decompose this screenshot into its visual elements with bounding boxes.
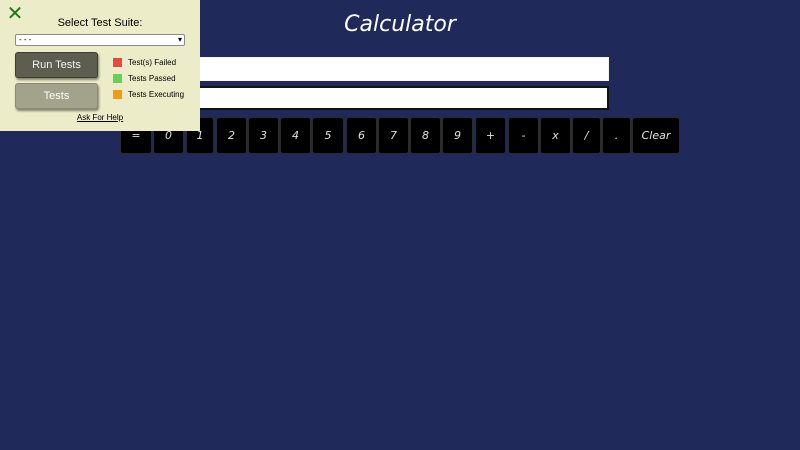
key-5[interactable]: 5	[312, 117, 344, 154]
key-2[interactable]: 2	[216, 117, 247, 154]
calculator-page: Calculator = 0 1 2 3 4 5 6 7 8 9 + - x /…	[0, 0, 800, 450]
calculator-display-top[interactable]	[190, 57, 609, 81]
run-tests-button[interactable]: Run Tests	[15, 52, 98, 78]
chevron-down-icon: ▾	[177, 35, 182, 44]
calculator-display-bottom[interactable]	[190, 86, 609, 110]
key-plus[interactable]: +	[475, 117, 506, 154]
legend-passed-label: Tests Passed	[128, 73, 176, 83]
legend-passed: Tests Passed	[113, 73, 176, 83]
key-decimal[interactable]: .	[602, 117, 631, 154]
key-clear[interactable]: Clear	[632, 117, 680, 154]
key-4[interactable]: 4	[280, 117, 311, 154]
key-7[interactable]: 7	[378, 117, 409, 154]
legend-failed: Test(s) Failed	[113, 57, 176, 67]
ask-for-help-link[interactable]: Ask For Help	[0, 113, 200, 122]
key-9[interactable]: 9	[442, 117, 473, 154]
legend-passed-swatch	[113, 73, 122, 83]
test-suite-selected-value: - - -	[19, 35, 32, 44]
key-multiply[interactable]: x	[540, 117, 571, 154]
legend-executing: Tests Executing	[113, 89, 184, 99]
key-6[interactable]: 6	[346, 117, 377, 154]
test-suite-label: Select Test Suite:	[57, 17, 143, 29]
legend-executing-swatch	[113, 89, 122, 99]
legend-failed-label: Test(s) Failed	[128, 57, 177, 67]
key-minus[interactable]: -	[508, 117, 539, 154]
key-divide[interactable]: /	[572, 117, 601, 154]
legend-executing-label: Tests Executing	[128, 89, 185, 99]
keypad: = 0 1 2 3 4 5 6 7 8 9 + - x / . Clear	[120, 117, 680, 154]
test-suite-select[interactable]: - - - ▾	[15, 34, 185, 46]
test-panel: ✕ Select Test Suite: - - - ▾ Run Tests T…	[0, 0, 200, 131]
key-8[interactable]: 8	[410, 117, 441, 154]
key-3[interactable]: 3	[248, 117, 279, 154]
legend-failed-swatch	[113, 57, 122, 67]
tests-button[interactable]: Tests	[15, 83, 98, 109]
